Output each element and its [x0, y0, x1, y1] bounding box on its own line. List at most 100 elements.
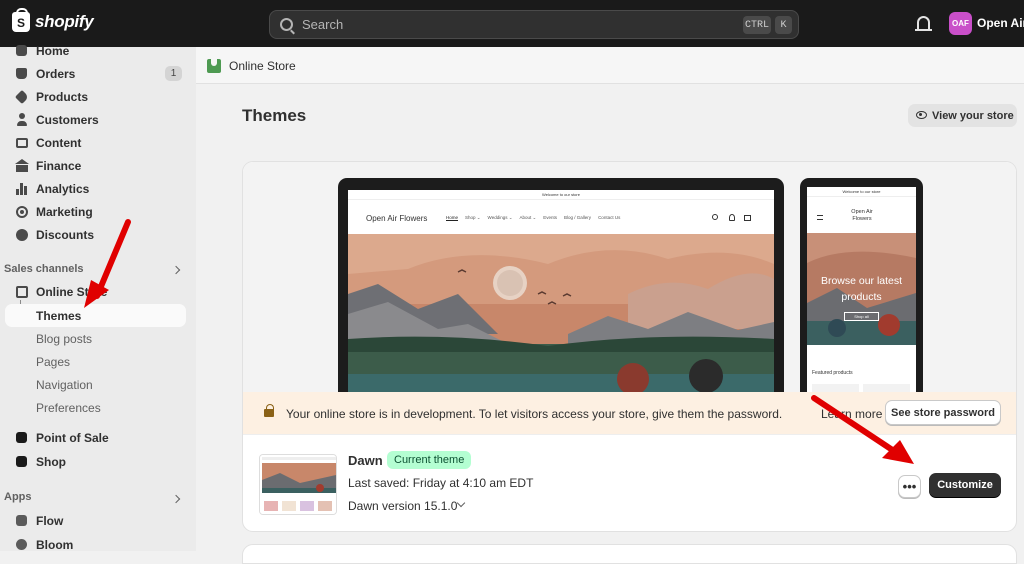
storefront-icon [15, 285, 28, 298]
bar-chart-icon [15, 182, 28, 195]
breadcrumb-label[interactable]: Online Store [229, 59, 296, 73]
preview-nav: Home Shop ⌄ Weddings ⌄ About ⌄ Events Bl… [446, 215, 620, 221]
shopify-bag-icon: S [12, 8, 30, 32]
sidebar-item-label: Bloom [36, 537, 74, 552]
mobile-screen: Welcome to our store Open Air Flowers Br… [807, 187, 916, 392]
mobile-site-name-line: Open Air [851, 209, 873, 215]
sidebar-item-home[interactable]: Home [5, 39, 186, 62]
sidebar: Home Orders 1 Products Customers Content… [0, 44, 196, 552]
sidebar-item-shop[interactable]: Shop [5, 450, 186, 473]
mobile-product-card [812, 384, 859, 392]
banner-message: Your online store is in development. To … [286, 407, 783, 421]
preview-nav-item: About ⌄ [519, 215, 537, 220]
main-content: Online Store Themes View your store Welc… [196, 47, 1024, 564]
see-store-password-button[interactable]: See store password [885, 400, 1001, 425]
bell-icon[interactable] [915, 16, 932, 31]
avatar[interactable]: OAF [949, 12, 972, 35]
mobile-announcement: Welcome to our store [807, 187, 916, 197]
sidebar-item-analytics[interactable]: Analytics [5, 177, 186, 200]
sidebar-item-preferences[interactable]: Preferences [5, 396, 186, 419]
sidebar-item-label: Marketing [36, 204, 93, 219]
mobile-shop-button: Shop all [844, 312, 879, 321]
sidebar-item-navigation[interactable]: Navigation [5, 373, 186, 396]
chevron-right-icon[interactable] [171, 494, 181, 504]
sidebar-item-discounts[interactable]: Discounts [5, 223, 186, 246]
mobile-preview: Welcome to our store Open Air Flowers Br… [800, 178, 923, 392]
sidebar-item-finance[interactable]: Finance [5, 154, 186, 177]
theme-version-dropdown[interactable]: Dawn version 15.1.0 [348, 498, 466, 513]
preview-search-icon [712, 214, 718, 220]
sidebar-item-label: Navigation [36, 377, 93, 392]
preview-cart-icon [744, 215, 751, 221]
eye-icon [916, 111, 927, 119]
sidebar-item-online-store[interactable]: Online Store [5, 280, 186, 303]
sidebar-item-marketing[interactable]: Marketing [5, 200, 186, 223]
target-icon [15, 205, 28, 218]
sidebar-item-bloom[interactable]: Bloom [5, 533, 186, 556]
desktop-screen: Welcome to our store Open Air Flowers Ho… [348, 190, 774, 392]
preview-account-icon [729, 214, 735, 221]
sidebar-item-label: Orders [36, 66, 76, 81]
inbox-icon [15, 67, 28, 80]
mobile-hero-line: Browse our latest [820, 275, 903, 287]
shop-icon [15, 455, 28, 468]
view-store-button[interactable]: View your store [908, 104, 1017, 127]
sidebar-item-blog-posts[interactable]: Blog posts [5, 327, 186, 350]
sidebar-item-label: Blog posts [36, 331, 93, 346]
sidebar-item-label: Themes [36, 308, 82, 323]
sidebar-item-content[interactable]: Content [5, 131, 186, 154]
learn-more-link[interactable]: Learn more [821, 407, 882, 421]
sidebar-item-products[interactable]: Products [5, 85, 186, 108]
sidebar-item-point-of-sale[interactable]: Point of Sale [5, 426, 186, 449]
online-store-icon [207, 59, 221, 73]
sidebar-item-label: Products [36, 89, 89, 104]
preview-nav-item: Shop ⌄ [465, 215, 481, 220]
more-actions-button[interactable]: ••• [898, 475, 921, 498]
mobile-site-name: Open Air Flowers [837, 209, 887, 223]
announcement-bar: Welcome to our store [348, 190, 774, 200]
sidebar-item-label: Flow [36, 513, 64, 528]
theme-preview[interactable]: Welcome to our store Open Air Flowers Ho… [243, 162, 1016, 392]
preview-nav-item: Contact Us [598, 215, 621, 220]
content-icon [15, 136, 28, 149]
preview-nav-item: Events [543, 215, 558, 220]
sidebar-item-label: Home [36, 43, 70, 58]
search-input[interactable]: Search CTRL K [269, 10, 799, 39]
shortcut-ctrl: CTRL [743, 16, 771, 34]
discount-icon [15, 228, 28, 241]
mobile-product-card [863, 384, 910, 392]
theme-thumbnail-image [260, 455, 336, 514]
mobile-hero-text: Browse our latest products [807, 273, 916, 305]
apps-heading[interactable]: Apps [4, 491, 32, 503]
store-name[interactable]: Open Air F [977, 16, 1024, 30]
bank-icon [14, 159, 29, 172]
sidebar-item-flow[interactable]: Flow [5, 509, 186, 532]
page-title: Themes [242, 106, 307, 125]
theme-thumbnail[interactable] [259, 454, 337, 515]
sidebar-item-orders[interactable]: Orders 1 [5, 62, 186, 85]
development-banner: Your online store is in development. To … [243, 392, 1016, 435]
chevron-right-icon[interactable] [171, 265, 181, 275]
customize-button[interactable]: Customize [929, 473, 1001, 497]
sidebar-item-label: Online Store [36, 284, 108, 299]
current-theme-badge: Current theme [387, 451, 472, 469]
current-theme-row: Dawn Current theme Last saved: Friday at… [243, 435, 1016, 531]
preview-nav-item: Home [446, 215, 459, 220]
sidebar-item-pages[interactable]: Pages [5, 350, 186, 373]
sales-channels-heading[interactable]: Sales channels [4, 263, 84, 275]
theme-name: Dawn [348, 453, 383, 468]
sidebar-item-label: Point of Sale [36, 430, 109, 445]
search-placeholder: Search [302, 17, 344, 32]
sidebar-item-themes[interactable]: Themes [5, 304, 186, 327]
sidebar-item-customers[interactable]: Customers [5, 108, 186, 131]
theme-version-label: Dawn version 15.1.0 [348, 499, 458, 513]
breadcrumb: Online Store [196, 47, 1024, 84]
preview-site-name: Open Air Flowers [366, 214, 428, 223]
search-icon [280, 18, 293, 31]
pos-icon [15, 431, 28, 444]
sidebar-item-label: Content [36, 135, 82, 150]
shopify-logo[interactable]: S shopify [12, 8, 94, 32]
sidebar-item-label: Shop [36, 454, 66, 469]
tag-icon [14, 89, 29, 104]
mobile-featured-heading: Featured products [812, 370, 853, 376]
